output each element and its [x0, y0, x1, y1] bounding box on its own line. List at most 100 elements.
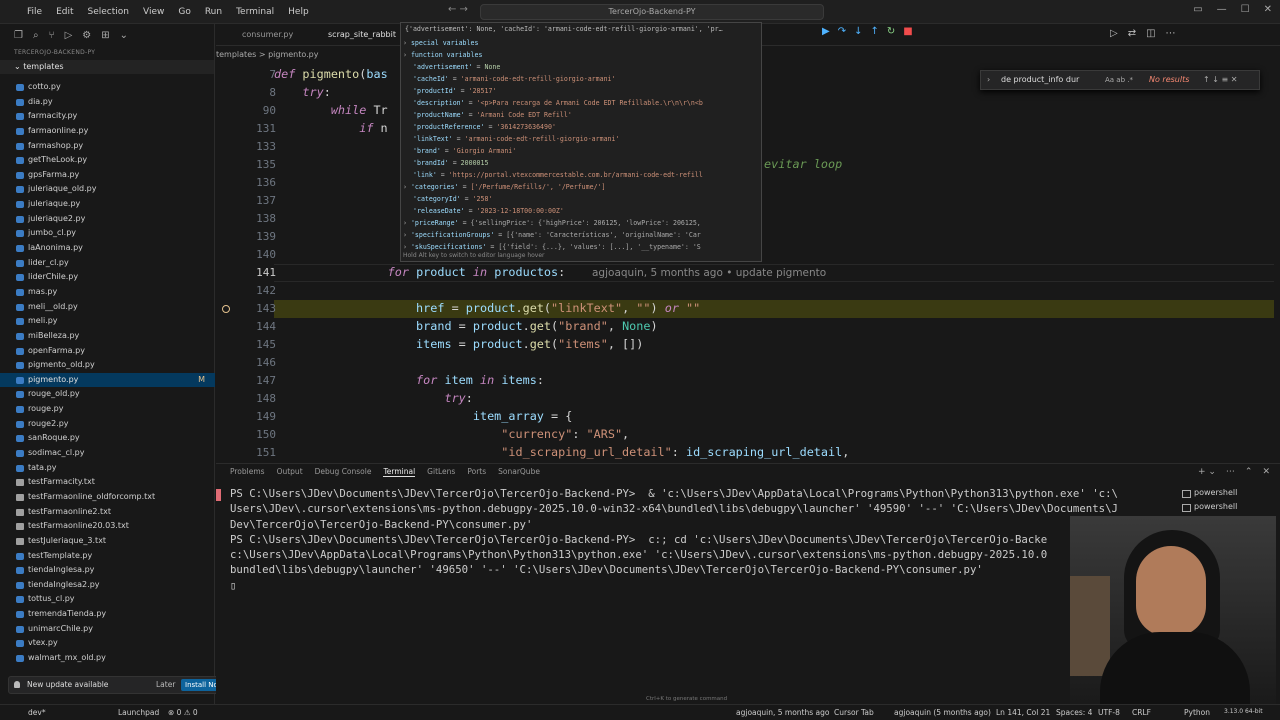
panel-tab-sonarqube[interactable]: SonarQube: [498, 467, 540, 477]
diff-icon[interactable]: ⇄: [1128, 28, 1136, 39]
file-item[interactable]: testFarmaonline20.03.txt: [0, 519, 215, 534]
file-item[interactable]: farmashop.py: [0, 139, 215, 154]
chevron-down-icon[interactable]: ⌄: [120, 30, 128, 41]
file-item[interactable]: testFarmaonline_oldforcomp.txt: [0, 490, 215, 505]
menu-edit[interactable]: Edit: [49, 7, 80, 17]
hover-variable-row[interactable]: 'brand' = 'Giorgio Armani': [413, 145, 516, 157]
file-item[interactable]: rouge.py: [0, 402, 215, 417]
file-item[interactable]: jumbo_cl.py: [0, 226, 215, 241]
hover-variable-row[interactable]: › 'priceRange' = {'sellingPrice': {'high…: [403, 217, 701, 229]
blame-status[interactable]: agjoaquin, 5 months ago: [736, 708, 829, 717]
menu-go[interactable]: Go: [171, 7, 197, 17]
menu-terminal[interactable]: Terminal: [229, 7, 281, 17]
hover-variable-row[interactable]: 'categoryId' = '258': [413, 193, 492, 205]
search-icon[interactable]: ⌕: [33, 30, 39, 41]
cursor-tab-status[interactable]: Cursor Tab: [834, 708, 874, 717]
panel-controls[interactable]: + ⌄ ⋯ ⌃ ✕: [1198, 467, 1270, 477]
split-icon[interactable]: ◫: [1146, 28, 1155, 39]
file-item[interactable]: lider_cl.py: [0, 256, 215, 271]
menu-view[interactable]: View: [136, 7, 171, 17]
file-item[interactable]: getTheLook.py: [0, 153, 215, 168]
extensions-icon[interactable]: ⚙: [82, 30, 91, 41]
continue-icon[interactable]: ▶: [822, 26, 830, 37]
hover-variable-row[interactable]: 'cacheId' = 'armani-code-edt-refill-gior…: [413, 73, 615, 85]
files-icon[interactable]: ❐: [14, 30, 23, 41]
terminal-output[interactable]: PS C:\Users\JDev\Documents\JDev\TercerOj…: [216, 486, 1160, 593]
file-item[interactable]: pigmento.py M: [0, 372, 215, 388]
tab-consumer[interactable]: consumer.py: [230, 24, 293, 46]
source-control-icon[interactable]: ⑂: [49, 30, 55, 41]
file-item[interactable]: mas.py: [0, 285, 215, 300]
file-item[interactable]: tata.py: [0, 461, 215, 476]
hover-variable-row[interactable]: 'productReference' = '3614273636490': [413, 121, 556, 133]
menu-file[interactable]: File: [20, 7, 49, 17]
find-input[interactable]: de product_info dur: [1001, 71, 1079, 89]
panel-tab-gitlens[interactable]: GitLens: [427, 467, 455, 477]
panel-tab-ports[interactable]: Ports: [467, 467, 486, 477]
step-into-icon[interactable]: ↓: [854, 26, 862, 37]
file-item[interactable]: liderChile.py: [0, 270, 215, 285]
hover-variable-row[interactable]: › 'categories' = ['/Perfume/Refills/', '…: [403, 181, 606, 193]
file-item[interactable]: miBelleza.py: [0, 329, 215, 344]
file-item[interactable]: sodimac_cl.py: [0, 446, 215, 461]
file-item[interactable]: farmacity.py: [0, 109, 215, 124]
file-item[interactable]: openFarma.py: [0, 344, 215, 359]
menu-run[interactable]: Run: [198, 7, 229, 17]
launchpad-status[interactable]: Launchpad: [118, 708, 159, 717]
hover-variable-row[interactable]: › special variables: [403, 37, 478, 49]
panel-tab-output[interactable]: Output: [277, 467, 303, 477]
problems-status[interactable]: ⊗ 0 ⚠ 0: [168, 708, 198, 717]
menu-selection[interactable]: Selection: [81, 7, 136, 17]
hover-variable-row[interactable]: 'linkText' = 'armani-code-edt-refill-gio…: [413, 133, 619, 145]
debug-hover-widget[interactable]: {'advertisement': None, 'cacheId': 'arma…: [400, 22, 762, 262]
cursor-position[interactable]: Ln 141, Col 21: [996, 708, 1050, 717]
file-item[interactable]: vtex.py: [0, 636, 215, 651]
menu-help[interactable]: Help: [281, 7, 316, 17]
hover-variable-row[interactable]: 'brandId' = 2000015: [413, 157, 488, 169]
debug-icon[interactable]: ▷: [65, 30, 73, 41]
file-item[interactable]: rouge2.py: [0, 417, 215, 432]
chevron-right-icon[interactable]: ›: [987, 71, 990, 89]
window-controls[interactable]: ▭ — ☐ ✕: [1193, 4, 1272, 15]
grid-icon[interactable]: ⊞: [101, 30, 109, 41]
project-title[interactable]: TERCEROJO-BACKEND-PY: [0, 46, 214, 60]
branch-status[interactable]: dev*: [28, 708, 46, 717]
file-item[interactable]: rouge_old.py: [0, 387, 215, 402]
stop-icon[interactable]: ■: [903, 26, 912, 37]
hover-variable-row[interactable]: 'description' = '<p>Para recarga de Arma…: [413, 97, 703, 109]
file-item[interactable]: tottus_cl.py: [0, 592, 215, 607]
step-over-icon[interactable]: ↷: [838, 26, 846, 37]
file-item[interactable]: testFarmaonline2.txt: [0, 505, 215, 520]
file-item[interactable]: gpsFarma.py: [0, 168, 215, 183]
file-item[interactable]: dia.py: [0, 95, 215, 110]
panel-tab-debug-console[interactable]: Debug Console: [315, 467, 372, 477]
find-nav[interactable]: ↑ ↓ ≡ ✕: [1203, 71, 1237, 89]
find-options[interactable]: Aa ab .*: [1105, 71, 1133, 89]
file-item[interactable]: testFarmacity.txt: [0, 475, 215, 490]
file-item[interactable]: walmart_mx_old.py: [0, 651, 215, 666]
file-item[interactable]: juleriaque2.py: [0, 212, 215, 227]
encoding-status[interactable]: UTF-8: [1098, 708, 1120, 717]
file-item[interactable]: testTemplate.py: [0, 549, 215, 564]
file-item[interactable]: tiendaInglesa2.py: [0, 578, 215, 593]
more-icon[interactable]: ⋯: [1166, 28, 1176, 39]
file-item[interactable]: cotto.py: [0, 80, 215, 95]
hover-variable-row[interactable]: 'productId' = '28517': [413, 85, 496, 97]
breakpoint-icon[interactable]: [222, 305, 230, 313]
python-version[interactable]: 3.13.0 64-bit: [1224, 708, 1263, 715]
hover-variable-row[interactable]: 'link' = 'https://portal.vtexcommercesta…: [413, 169, 703, 181]
file-item[interactable]: testJuleriaque_3.txt: [0, 534, 215, 549]
file-item[interactable]: tiendaInglesa.py: [0, 563, 215, 578]
hover-variable-row[interactable]: › function variables: [403, 49, 482, 61]
file-item[interactable]: sanRoque.py: [0, 431, 215, 446]
panel-tab-terminal[interactable]: Terminal: [383, 467, 416, 477]
later-button[interactable]: Later: [156, 677, 175, 693]
file-item[interactable]: juleriaque_old.py: [0, 182, 215, 197]
file-item[interactable]: meli.py: [0, 314, 215, 329]
panel-tab-problems[interactable]: Problems: [230, 467, 265, 477]
eol-status[interactable]: CRLF: [1132, 708, 1151, 717]
file-item[interactable]: unimarcChile.py: [0, 622, 215, 637]
file-item[interactable]: laAnonima.py: [0, 241, 215, 256]
hover-variable-row[interactable]: 'releaseDate' = '2023-12-18T00:00:00Z': [413, 205, 564, 217]
folder-templates[interactable]: ⌄ templates: [0, 60, 214, 74]
